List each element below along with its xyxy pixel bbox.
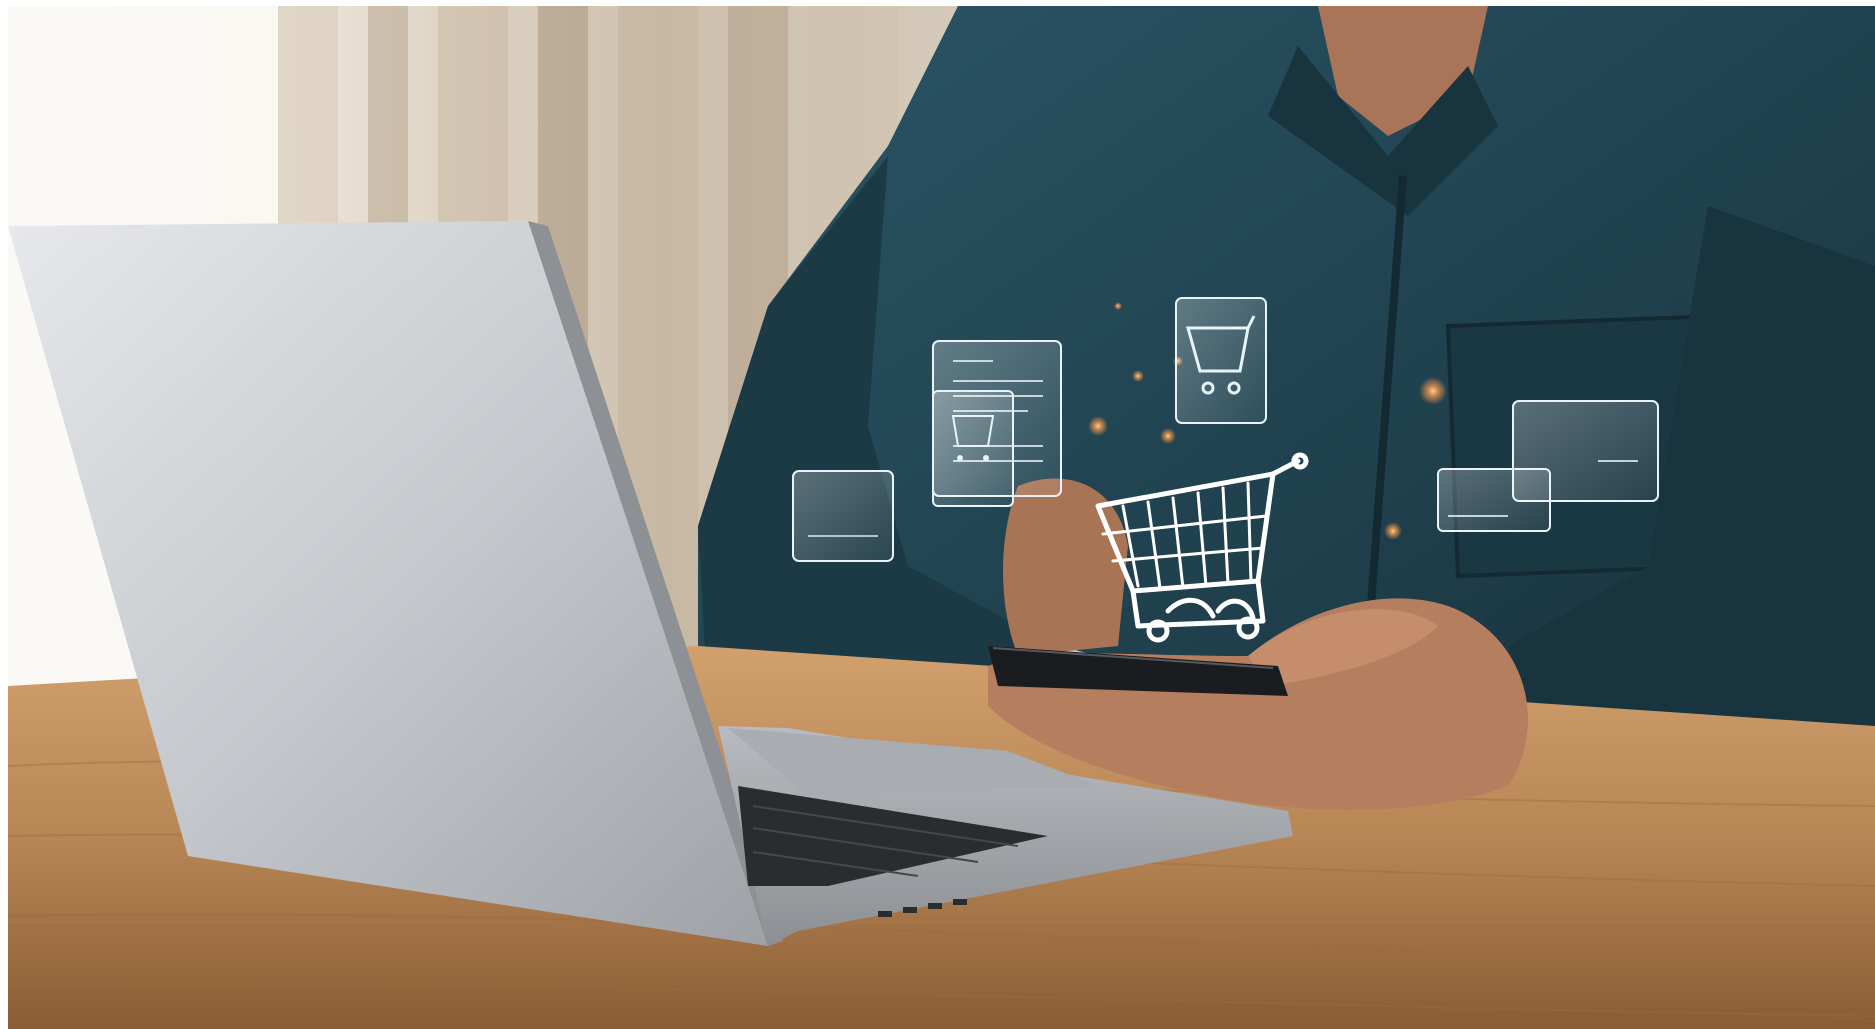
photo-illustration [8, 6, 1875, 1029]
hologram-card-receipt [932, 340, 1062, 507]
photo [8, 6, 1875, 1029]
image-frame [0, 0, 1875, 1029]
hologram-card-payment-left [792, 470, 894, 562]
hologram-card-cart-small [1175, 297, 1267, 424]
